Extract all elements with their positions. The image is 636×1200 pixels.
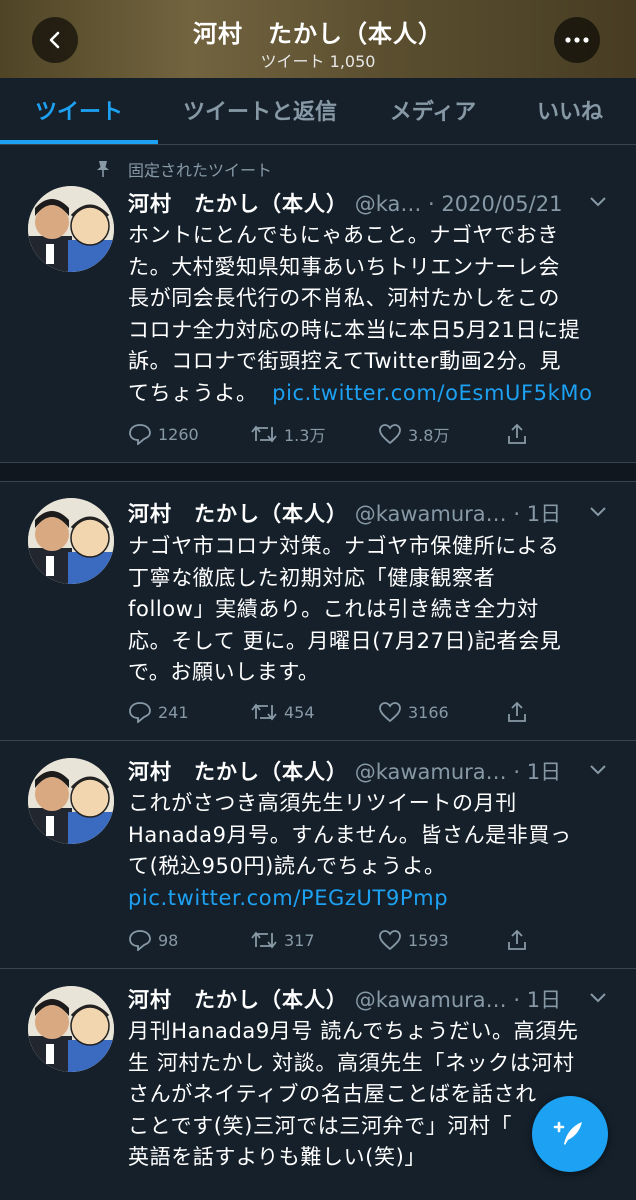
- retweet-icon: [251, 425, 277, 443]
- retweet-icon: [251, 931, 277, 949]
- reply-button[interactable]: 1260: [128, 420, 199, 448]
- tweet-text: これがさつき高須先生リツイートの月刊 Hanada9月号。すんません。皆さん是非…: [128, 788, 618, 914]
- tweet-text: ホントにとんでもにゃあこと。ナゴヤでおき た。大村愛知県知事あいちトリエンナーレ…: [128, 223, 593, 405]
- share-icon: [508, 929, 526, 950]
- pinned-label: 固定されたツイート: [94, 157, 272, 181]
- tweet-count: ツイート 1,050: [260, 52, 376, 71]
- tweet-time[interactable]: · 1日: [513, 760, 561, 784]
- share-button[interactable]: [506, 420, 534, 448]
- tweet-time[interactable]: · 1日: [513, 502, 561, 526]
- tweet-actions: 241 454 3166: [128, 698, 608, 726]
- share-icon: [508, 423, 526, 444]
- compose-icon: [553, 1121, 582, 1145]
- share-button[interactable]: [506, 698, 534, 726]
- author-handle[interactable]: @kawamura…: [355, 988, 507, 1012]
- section-separator: [0, 462, 636, 482]
- avatar[interactable]: [28, 498, 114, 584]
- compose-tweet-button[interactable]: [532, 1096, 608, 1172]
- tab-tweets-and-replies[interactable]: ツイートと返信: [158, 78, 362, 142]
- tweet-header: 河村 たかし（本人） @kawamura… · 1日: [128, 498, 584, 528]
- reply-button[interactable]: 98: [128, 926, 178, 954]
- tab-likes[interactable]: いいね: [504, 78, 636, 142]
- tweet-header: 河村 たかし（本人） @ka… · 2020/05/21: [128, 188, 584, 218]
- chevron-down-icon[interactable]: [588, 195, 608, 209]
- like-button[interactable]: 1593: [378, 926, 449, 954]
- chevron-down-icon[interactable]: [588, 763, 608, 777]
- reply-icon: [129, 930, 151, 951]
- retweet-button[interactable]: 454: [250, 698, 315, 726]
- media-link[interactable]: pic.twitter.com/oEsmUF5kMo: [272, 381, 592, 405]
- retweet-button[interactable]: 1.3万: [250, 420, 325, 448]
- retweet-button[interactable]: 317: [250, 926, 315, 954]
- like-icon: [379, 930, 401, 951]
- author-name[interactable]: 河村 たかし（本人）: [128, 988, 348, 1012]
- author-name[interactable]: 河村 たかし（本人）: [128, 192, 348, 216]
- avatar[interactable]: [28, 758, 114, 844]
- more-button[interactable]: [554, 17, 600, 63]
- like-button[interactable]: 3.8万: [378, 420, 449, 448]
- profile-tabs: ツイート ツイートと返信 メディア いいね: [0, 78, 636, 145]
- author-name[interactable]: 河村 たかし（本人）: [128, 502, 348, 526]
- tweet-header: 河村 たかし（本人） @kawamura… · 1日: [128, 756, 584, 786]
- like-button[interactable]: 3166: [378, 698, 449, 726]
- reply-icon: [129, 424, 151, 445]
- author-handle[interactable]: @ka…: [355, 192, 422, 216]
- tab-media[interactable]: メディア: [362, 78, 504, 142]
- author-handle[interactable]: @kawamura…: [355, 502, 507, 526]
- avatar[interactable]: [28, 986, 114, 1072]
- reply-icon: [129, 702, 151, 723]
- divider: [0, 968, 636, 969]
- chevron-down-icon[interactable]: [588, 505, 608, 519]
- tweet-time[interactable]: · 2020/05/21: [428, 192, 562, 216]
- more-icon: [565, 37, 589, 43]
- pin-icon: [97, 161, 109, 177]
- author-handle[interactable]: @kawamura…: [355, 760, 507, 784]
- profile-title: 河村 たかし（本人）: [193, 20, 443, 48]
- share-icon: [508, 701, 526, 722]
- like-icon: [379, 702, 401, 723]
- tab-tweets[interactable]: ツイート: [0, 78, 158, 144]
- retweet-icon: [251, 703, 277, 721]
- media-link[interactable]: pic.twitter.com/PEGzUT9Pmp: [128, 883, 618, 915]
- tweet-actions: 98 317 1593: [128, 926, 608, 954]
- like-icon: [379, 424, 401, 445]
- author-name[interactable]: 河村 たかし（本人）: [128, 760, 348, 784]
- active-tab-indicator: [0, 140, 158, 144]
- divider: [0, 740, 636, 741]
- tweet-time[interactable]: · 1日: [513, 988, 561, 1012]
- tweet-text: ナゴヤ市コロナ対策。ナゴヤ市保健所による 丁寧な徹底した初期対応「健康観察者 f…: [128, 534, 562, 684]
- tweet-header: 河村 たかし（本人） @kawamura… · 1日: [128, 984, 584, 1014]
- tweet-actions: 1260 1.3万 3.8万: [128, 420, 608, 448]
- chevron-down-icon[interactable]: [588, 991, 608, 1005]
- share-button[interactable]: [506, 926, 534, 954]
- avatar[interactable]: [28, 186, 114, 272]
- reply-button[interactable]: 241: [128, 698, 189, 726]
